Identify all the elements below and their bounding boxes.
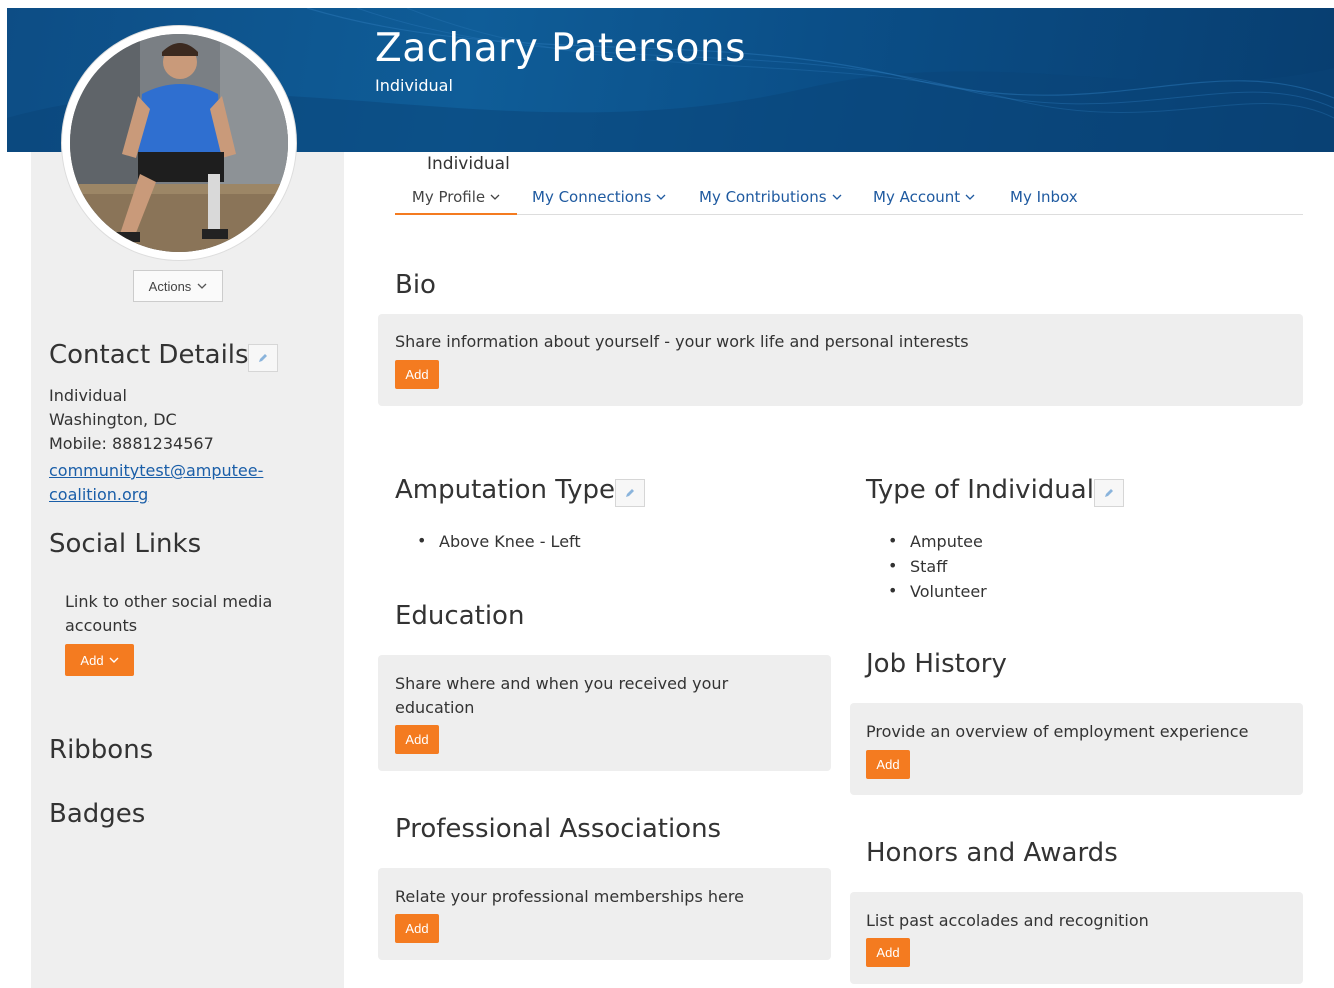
chevron-down-icon [197, 283, 207, 289]
edit-type-of-individual-button[interactable] [1094, 479, 1124, 507]
professional-associations-heading: Professional Associations [395, 814, 722, 844]
edit-contact-button[interactable] [248, 344, 278, 372]
chevron-down-icon [656, 194, 666, 200]
list-item: Volunteer [888, 581, 987, 607]
honors-awards-heading: Honors and Awards [866, 838, 1118, 868]
job-history-text: Provide an overview of employment experi… [866, 722, 1249, 741]
job-history-heading: Job History [866, 649, 1007, 679]
professional-associations-text: Relate your professional memberships her… [395, 887, 744, 906]
contact-email-link[interactable]: communitytest@amputee-coalition.org [49, 459, 289, 507]
add-social-link-button[interactable]: Add [65, 644, 134, 676]
contact-type: Individual [49, 386, 127, 405]
tab-my-inbox[interactable]: My Inbox [1010, 183, 1078, 215]
chevron-down-icon [109, 657, 119, 663]
profile-type: Individual [375, 76, 453, 95]
job-history-panel [850, 703, 1303, 795]
tab-label: My Connections [532, 188, 652, 206]
contact-location: Washington, DC [49, 410, 177, 429]
add-bio-label: Add [405, 367, 429, 382]
pencil-icon [1105, 489, 1113, 497]
tab-my-account[interactable]: My Account [873, 183, 975, 215]
education-heading: Education [395, 601, 525, 631]
chevron-down-icon [832, 194, 842, 200]
social-links-text: Link to other social media accounts [65, 592, 273, 635]
chevron-down-icon [490, 194, 500, 200]
amputation-type-list: Above Knee - Left [417, 531, 581, 557]
amputation-type-heading: Amputation Type [395, 475, 616, 505]
add-bio-button[interactable]: Add [395, 360, 439, 389]
avatar[interactable] [70, 34, 288, 252]
edit-amputation-type-button[interactable] [615, 479, 645, 507]
tab-label: My Inbox [1010, 188, 1078, 206]
tab-label: My Profile [411, 188, 486, 206]
avatar-photo [70, 34, 288, 252]
bio-panel [378, 314, 1303, 406]
bio-heading: Bio [395, 270, 436, 300]
tab-my-profile[interactable]: My Profile [395, 183, 517, 215]
pencil-icon [259, 354, 267, 362]
list-item: Amputee [888, 531, 987, 557]
add-job-history-label: Add [876, 757, 900, 772]
add-association-label: Add [405, 921, 429, 936]
add-honor-label: Add [876, 945, 900, 960]
profile-tabs: My Profile My Connections My Contributio… [395, 183, 1303, 215]
nav-section-heading: Individual [427, 154, 510, 174]
chevron-down-icon [965, 194, 975, 200]
avatar-frame [62, 26, 296, 260]
social-links-heading: Social Links [49, 529, 202, 559]
tab-label: My Account [873, 188, 961, 206]
ribbons-heading: Ribbons [49, 735, 154, 765]
actions-button[interactable]: Actions [133, 270, 223, 302]
contact-mobile: Mobile: 8881234567 [49, 434, 214, 453]
type-of-individual-heading: Type of Individual [866, 475, 1094, 505]
add-professional-association-button[interactable]: Add [395, 914, 439, 943]
professional-associations-panel [378, 868, 831, 960]
list-item: Above Knee - Left [417, 531, 581, 557]
add-education-button[interactable]: Add [395, 725, 439, 754]
badges-heading: Badges [49, 799, 146, 829]
add-job-history-button[interactable]: Add [866, 750, 910, 779]
add-education-label: Add [405, 732, 429, 747]
add-social-label: Add [80, 652, 104, 668]
pencil-icon [626, 489, 634, 497]
contact-details-heading: Contact Details [49, 340, 249, 370]
list-item: Staff [888, 556, 987, 582]
honors-awards-panel [850, 892, 1303, 984]
bio-text: Share information about yourself - your … [395, 332, 969, 351]
actions-label: Actions [148, 278, 192, 294]
tab-label: My Contributions [699, 188, 827, 206]
add-honor-award-button[interactable]: Add [866, 938, 910, 967]
tab-my-connections[interactable]: My Connections [532, 183, 666, 215]
profile-name: Zachary Patersons [375, 26, 746, 71]
tab-my-contributions[interactable]: My Contributions [699, 183, 842, 215]
education-text: Share where and when you received your e… [395, 674, 729, 717]
honors-awards-text: List past accolades and recognition [866, 911, 1149, 930]
type-of-individual-list: Amputee Staff Volunteer [888, 531, 987, 607]
